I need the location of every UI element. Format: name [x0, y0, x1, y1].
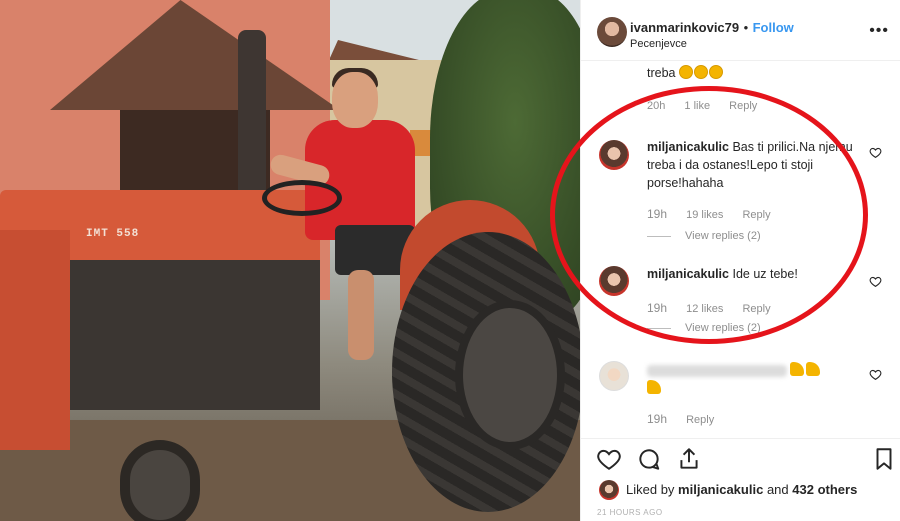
comment-meta: 19h Reply [647, 412, 730, 426]
action-bar [581, 440, 900, 476]
share-icon[interactable] [676, 446, 702, 472]
header-title-row: ivanmarinkovic79 • Follow [630, 19, 794, 37]
actions-divider [581, 438, 900, 439]
comment-likes[interactable]: 1 like [684, 100, 710, 112]
flexed-biceps-icon [647, 380, 661, 394]
bookmark-icon[interactable] [871, 446, 897, 472]
commenter-avatar[interactable] [599, 140, 629, 170]
comment-meta: 19h 19 likes Reply [647, 207, 787, 221]
tractor-engine [50, 260, 320, 410]
reply-button[interactable]: Reply [686, 414, 714, 426]
post-username[interactable]: ivanmarinkovic79 [630, 20, 739, 35]
comments-pane: ivanmarinkovic79 • Follow Pecenjevce •••… [580, 0, 900, 521]
follow-button[interactable]: Follow [753, 20, 794, 35]
wheel-hub [455, 300, 565, 450]
comment-body: Ide uz tebe! [732, 267, 798, 281]
header-divider [581, 60, 900, 61]
heart-icon[interactable] [869, 368, 882, 381]
flexed-biceps-icon [806, 362, 821, 376]
liked-by-user[interactable]: miljanicakulic [678, 482, 763, 497]
separator-dot: • [743, 20, 749, 35]
emoji-icon [693, 65, 708, 79]
liker-avatar[interactable] [599, 480, 619, 500]
reply-button[interactable]: Reply [742, 209, 770, 221]
reply-button[interactable]: Reply [742, 303, 770, 315]
emoji-icon [678, 65, 693, 79]
comment-likes[interactable]: 19 likes [686, 209, 723, 221]
blurred-username [647, 364, 787, 377]
post-location[interactable]: Pecenjevce [630, 38, 687, 50]
liked-by-text: Liked by miljanicakulic and 432 others [626, 482, 858, 497]
avatar[interactable] [597, 17, 627, 47]
comment-text: miljanicakulic Bas ti prilici.Na njemu t… [647, 138, 862, 192]
post-photo[interactable]: IMT 558 [0, 0, 580, 521]
comment-time: 19h [647, 301, 668, 315]
comment-meta: 19h 12 likes Reply [647, 301, 787, 315]
post-time-ago: 21 HOURS AGO [597, 508, 663, 517]
man-leg [348, 270, 374, 360]
comment-text [647, 361, 862, 397]
comment-meta: 20h 1 like Reply [647, 100, 773, 112]
heart-icon[interactable] [869, 146, 882, 159]
steering-wheel [262, 180, 342, 216]
comment-username[interactable]: miljanicakulic [647, 267, 729, 281]
comment-text: miljanicakulic Ide uz tebe! [647, 265, 862, 283]
comment-time: 19h [647, 412, 668, 426]
post-header: ivanmarinkovic79 • Follow Pecenjevce ••• [581, 0, 900, 60]
tractor-front-wheel [120, 440, 200, 521]
heart-icon[interactable] [596, 446, 622, 472]
comment-username[interactable]: miljanicakulic [647, 140, 729, 154]
comment-time: 19h [647, 207, 668, 221]
commenter-avatar[interactable] [599, 266, 629, 296]
reply-button[interactable]: Reply [729, 100, 757, 112]
instagram-post-screenshot: IMT 558 ivanmarinkovic79 • Follow Pecenj… [0, 0, 900, 521]
comment-text: treba [647, 64, 724, 82]
comment-time: 20h [647, 100, 666, 112]
tractor-front [0, 230, 70, 450]
liked-by-others[interactable]: 432 others [792, 482, 857, 497]
tractor-badge: IMT 558 [86, 228, 140, 240]
man-head [332, 72, 378, 128]
heart-icon[interactable] [869, 275, 882, 288]
comment-likes[interactable]: 12 likes [686, 303, 723, 315]
flexed-biceps-icon [790, 362, 805, 376]
view-replies-link[interactable]: View replies (2) [647, 230, 761, 242]
view-replies-link[interactable]: View replies (2) [647, 322, 761, 334]
more-options-icon[interactable]: ••• [869, 22, 889, 40]
comment-icon[interactable] [636, 446, 662, 472]
emoji-icon [708, 65, 723, 79]
commenter-avatar[interactable] [599, 361, 629, 391]
